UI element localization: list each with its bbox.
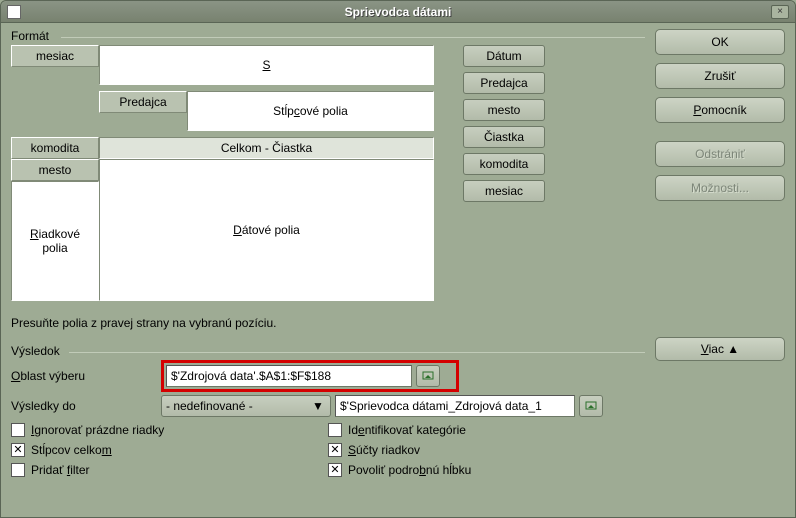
column-fields-drop[interactable]: Stĺpcové polia bbox=[187, 91, 434, 131]
ok-button[interactable]: OK bbox=[655, 29, 785, 55]
check-right-0[interactable]: Identifikovať kategórie bbox=[328, 423, 645, 437]
selection-area-highlight bbox=[161, 360, 459, 392]
checkbox-label: Stĺpcov celkom bbox=[31, 443, 112, 457]
checkbox-box bbox=[328, 423, 342, 437]
available-fields: Dátum Predajca mesto Čiastka komodita me… bbox=[463, 45, 545, 202]
check-left-0[interactable]: Ignorovať prázdne riadky bbox=[11, 423, 328, 437]
shrink-icon bbox=[421, 369, 435, 383]
close-icon[interactable]: × bbox=[771, 5, 789, 19]
checkbox-label: Identifikovať kategórie bbox=[348, 423, 466, 437]
row-field-chip-2[interactable]: mesto bbox=[11, 159, 99, 181]
titlebar: Sprievodca dátami × bbox=[1, 1, 795, 23]
checkbox-box: ✕ bbox=[328, 443, 342, 457]
avail-field-predajca[interactable]: Predajca bbox=[463, 72, 545, 94]
checkbox-box: ✕ bbox=[328, 463, 342, 477]
row-fields-drop[interactable]: Riadkovépolia bbox=[11, 181, 99, 301]
checkbox-label: Povoliť podrobnú hĺbku bbox=[348, 463, 471, 477]
page-fields-drop[interactable]: S bbox=[99, 45, 434, 85]
checkbox-label: Ignorovať prázdne riadky bbox=[31, 423, 164, 437]
remove-button: Odstrániť bbox=[655, 141, 785, 167]
results-to-combo[interactable]: - nedefinované - ▼ bbox=[161, 395, 331, 417]
cancel-button[interactable]: Zrušiť bbox=[655, 63, 785, 89]
shrink-icon bbox=[584, 399, 598, 413]
avail-field-ciastka[interactable]: Čiastka bbox=[463, 126, 545, 148]
selection-area-label: Oblast výberu bbox=[11, 369, 161, 383]
row-field-chip-1[interactable]: komodita bbox=[11, 137, 99, 159]
avail-field-mesiac[interactable]: mesiac bbox=[463, 180, 545, 202]
results-to-label: Výsledky do bbox=[11, 399, 161, 413]
check-left-2[interactable]: Pridať filter bbox=[11, 463, 328, 477]
shrink-results-button[interactable] bbox=[579, 395, 603, 417]
collapse-up-icon: ▲ bbox=[727, 342, 739, 356]
avail-field-datum[interactable]: Dátum bbox=[463, 45, 545, 67]
selection-area-input[interactable] bbox=[166, 365, 412, 387]
checks-right-col: Identifikovať kategórie ✕ Súčty riadkov ✕ Po… bbox=[328, 423, 645, 477]
help-button[interactable]: Pomocník bbox=[655, 97, 785, 123]
options-button: Možnosti... bbox=[655, 175, 785, 201]
result-legend: Výsledok bbox=[11, 344, 60, 358]
check-right-1[interactable]: ✕ Súčty riadkov bbox=[328, 443, 645, 457]
format-group: Formát mesiac S Predajca Stĺpcové polia … bbox=[11, 29, 645, 330]
column-field-chip[interactable]: Predajca bbox=[99, 91, 187, 113]
check-right-2[interactable]: ✕ Povoliť podrobnú hĺbku bbox=[328, 463, 645, 477]
results-to-input[interactable] bbox=[335, 395, 575, 417]
results-to-combo-value: - nedefinované - bbox=[166, 399, 253, 413]
checkbox-box bbox=[11, 463, 25, 477]
check-left-1[interactable]: ✕ Stĺpcov celkom bbox=[11, 443, 328, 457]
checkbox-box: ✕ bbox=[11, 443, 25, 457]
avail-field-komodita[interactable]: komodita bbox=[463, 153, 545, 175]
checks-left-col: Ignorovať prázdne riadky ✕ Stĺpcov celkom P… bbox=[11, 423, 328, 477]
checkbox-label: Súčty riadkov bbox=[348, 443, 420, 457]
data-summary-chip[interactable]: Celkom - Čiastka bbox=[99, 137, 434, 159]
drag-hint: Presuňte polia z pravej strany na vybran… bbox=[11, 316, 645, 330]
page-field-chip[interactable]: mesiac bbox=[11, 45, 99, 67]
result-group: Výsledok Oblast výberu Výsledky do bbox=[11, 344, 645, 477]
checkbox-box bbox=[11, 423, 25, 437]
avail-field-mesto[interactable]: mesto bbox=[463, 99, 545, 121]
checkbox-label: Pridať filter bbox=[31, 463, 90, 477]
chevron-down-icon: ▼ bbox=[310, 399, 326, 413]
window-title: Sprievodca dátami bbox=[1, 5, 795, 19]
more-button[interactable]: Viac ▲ bbox=[655, 337, 785, 361]
format-legend: Formát bbox=[11, 29, 49, 43]
shrink-selection-button[interactable] bbox=[416, 365, 440, 387]
data-fields-drop[interactable]: Dátové polia bbox=[99, 159, 434, 301]
